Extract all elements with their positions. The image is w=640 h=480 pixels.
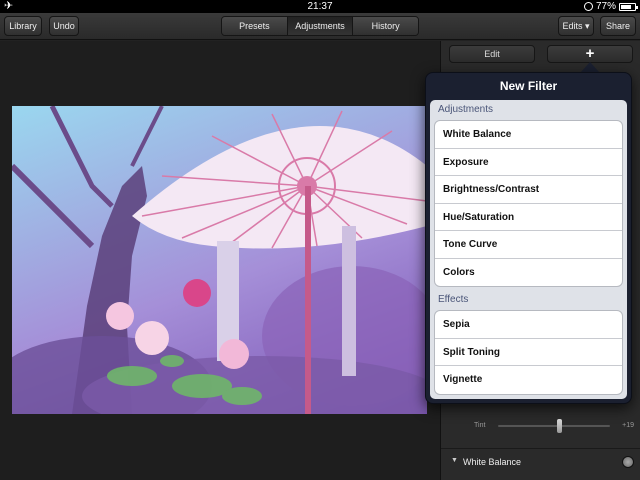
rotation-lock-icon bbox=[583, 2, 593, 11]
battery-percent: 77% bbox=[595, 1, 616, 12]
tab-history[interactable]: History bbox=[353, 17, 418, 35]
new-filter-popover: New Filter Adjustments White Balance Exp… bbox=[425, 72, 632, 404]
edited-photo[interactable] bbox=[12, 106, 427, 414]
filter-item-exposure[interactable]: Exposure bbox=[435, 149, 622, 176]
filter-item-brightness-contrast[interactable]: Brightness/Contrast bbox=[435, 176, 622, 204]
filter-list: Adjustments White Balance Exposure Brigh… bbox=[430, 100, 627, 399]
library-button[interactable]: Library bbox=[4, 16, 42, 36]
filter-item-white-balance[interactable]: White Balance bbox=[435, 121, 622, 149]
mode-tabs: Presets Adjustments History bbox=[221, 16, 419, 36]
section-header-effects: Effects bbox=[438, 294, 469, 305]
filter-item-colors[interactable]: Colors bbox=[435, 259, 622, 287]
tint-slider-row: Tint +19 bbox=[474, 418, 634, 434]
edits-menu-button[interactable]: Edits ▾ bbox=[558, 16, 594, 36]
filter-item-split-toning[interactable]: Split Toning bbox=[435, 339, 622, 366]
status-time: 21:37 bbox=[307, 1, 333, 12]
disclosure-triangle-icon[interactable]: ▼ bbox=[451, 457, 458, 464]
filter-item-tone-curve[interactable]: Tone Curve bbox=[435, 231, 622, 259]
edit-filters-button[interactable]: Edit bbox=[449, 45, 535, 63]
filter-item-vignette[interactable]: Vignette bbox=[435, 366, 622, 394]
add-filter-button[interactable]: + bbox=[547, 45, 633, 63]
share-button[interactable]: Share bbox=[600, 16, 636, 36]
undo-button[interactable]: Undo bbox=[49, 16, 79, 36]
tab-adjustments[interactable]: Adjustments bbox=[287, 17, 354, 35]
status-bar: ✈ 21:37 77% bbox=[0, 0, 640, 13]
tint-value: +19 bbox=[622, 422, 634, 429]
tint-slider[interactable] bbox=[498, 425, 610, 427]
section-header-adjustments: Adjustments bbox=[438, 104, 494, 115]
effects-group: Sepia Split Toning Vignette bbox=[434, 310, 623, 395]
filter-item-hue-saturation[interactable]: Hue/Saturation bbox=[435, 204, 622, 231]
filter-item-sepia[interactable]: Sepia bbox=[435, 311, 622, 339]
white-balance-label: White Balance bbox=[463, 457, 522, 467]
popover-title: New Filter bbox=[499, 79, 558, 93]
tab-presets[interactable]: Presets bbox=[222, 17, 288, 35]
tint-label: Tint bbox=[474, 422, 486, 429]
toolbar: Library Undo Presets Adjustments History… bbox=[0, 13, 640, 40]
filter-enable-toggle[interactable] bbox=[622, 456, 634, 468]
adjustments-group: White Balance Exposure Brightness/Contra… bbox=[434, 120, 623, 287]
white-balance-row[interactable]: ▼ White Balance bbox=[441, 448, 640, 474]
battery-icon bbox=[619, 2, 638, 11]
tint-slider-handle[interactable] bbox=[557, 419, 562, 433]
